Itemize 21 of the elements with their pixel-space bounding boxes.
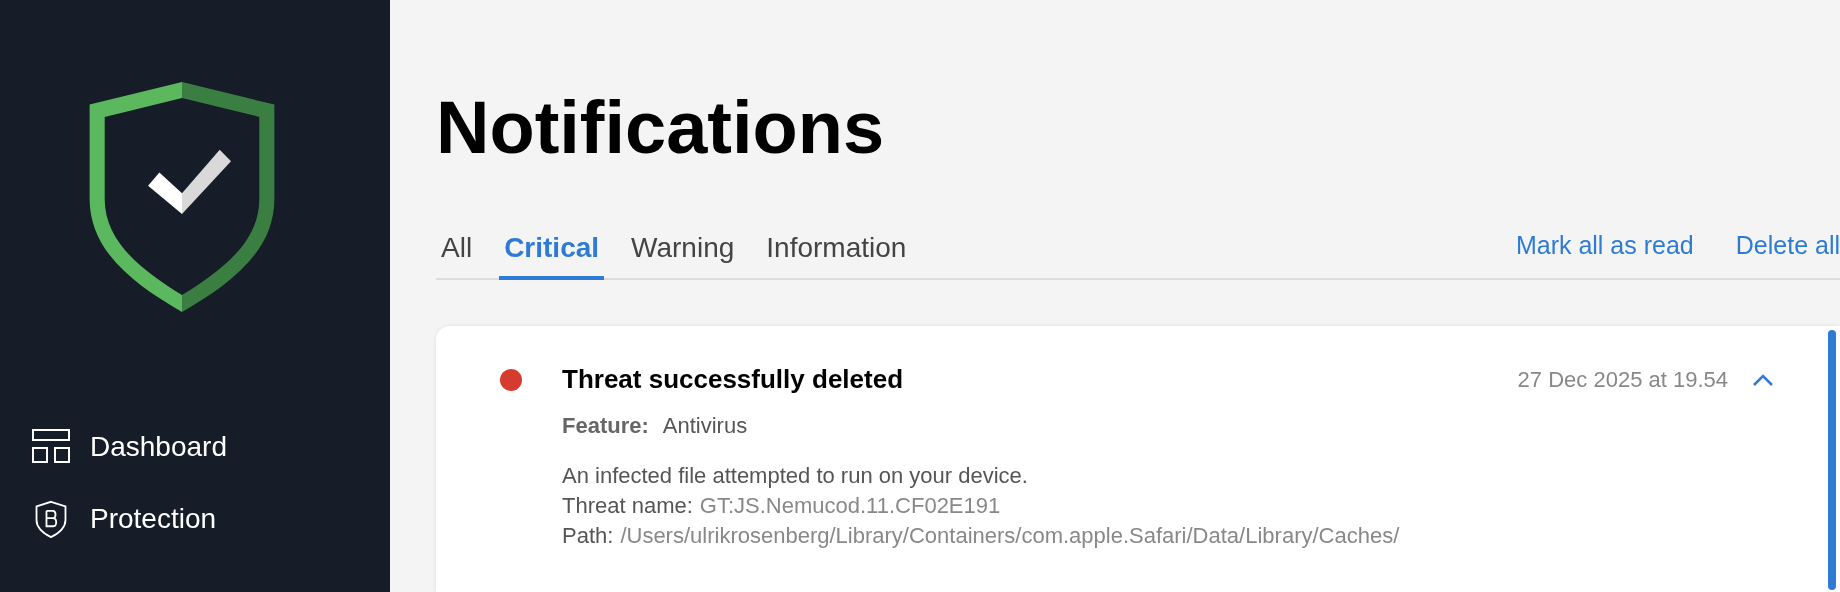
filter-tab[interactable]: Information [761, 232, 912, 280]
detail-value: GT:JS.Nemucod.11.CF02E191 [699, 492, 1001, 520]
chevron-icon[interactable] [1752, 372, 1774, 387]
notification-description: An infected file attempted to run on your device. [562, 462, 1029, 490]
filter-tab[interactable]: All [436, 232, 478, 280]
filter-tab[interactable]: Critical [499, 232, 605, 280]
notification-title: Threat successfully deleted [562, 364, 904, 395]
detail-label: Threat name: [562, 492, 693, 520]
detail-label: Path: [562, 522, 614, 550]
filter-tab[interactable]: Warning [626, 232, 740, 280]
sidebar-item[interactable]: Protection [32, 500, 390, 538]
feature-value: Antivirus [662, 413, 748, 439]
page-title: Notifications [436, 86, 886, 170]
action-link[interactable]: Mark all as read [1515, 231, 1694, 278]
notification-time: 27 Dec 2025 at 19.54 [1517, 366, 1728, 393]
action-link[interactable]: Delete all [1735, 231, 1840, 278]
detail-value: /Users/ulrikrosenberg/Library/Containers/com.apple.Safari/Data/Library/Caches/ [620, 522, 1400, 550]
dashboard-icon [32, 428, 70, 466]
feature-label: Feature: [562, 413, 649, 439]
sidebar-item[interactable]: Dashboard [32, 428, 390, 466]
scrollbar[interactable] [1828, 330, 1836, 590]
